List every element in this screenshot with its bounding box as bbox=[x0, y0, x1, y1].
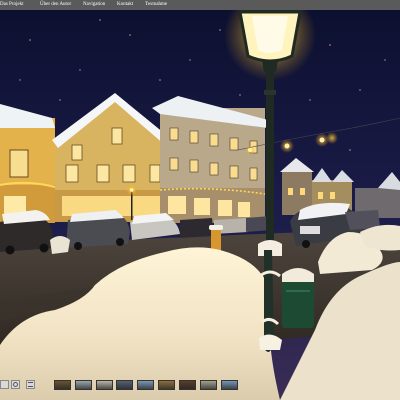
nav-link-das-projekt[interactable]: Das Projekt bbox=[0, 0, 23, 10]
home-icon[interactable] bbox=[0, 380, 9, 389]
nav-link-textnahme[interactable]: Textnahme bbox=[145, 0, 167, 10]
nav-link-navigation[interactable]: Navigation bbox=[83, 0, 105, 10]
thumbnail-6[interactable] bbox=[158, 380, 175, 390]
panorama-toolbar bbox=[0, 378, 400, 392]
thumbnail-7[interactable] bbox=[179, 380, 196, 390]
nav-link-kontakt[interactable]: Kontakt bbox=[117, 0, 133, 10]
building-left bbox=[0, 104, 56, 223]
thumbnail-5[interactable] bbox=[137, 380, 154, 390]
lens-icon bbox=[13, 382, 18, 387]
thumbnail-9[interactable] bbox=[221, 380, 238, 390]
camera-icon[interactable] bbox=[11, 380, 20, 389]
thumbnail-2[interactable] bbox=[75, 380, 92, 390]
snow-piles bbox=[0, 224, 400, 400]
thumbnail-1[interactable] bbox=[54, 380, 71, 390]
panorama-viewer[interactable] bbox=[0, 10, 400, 400]
fire-hydrant bbox=[209, 225, 223, 252]
thumbnail-3[interactable] bbox=[96, 380, 113, 390]
lines-icon bbox=[28, 382, 33, 387]
list-icon[interactable] bbox=[26, 380, 35, 389]
nav-link-ueber-den-autor[interactable]: Über den Autor bbox=[40, 0, 71, 10]
building-center-right bbox=[152, 96, 268, 223]
top-navigation-bar: Das Projekt Über den Autor Navigation Ko… bbox=[0, 0, 400, 10]
thumbnail-4[interactable] bbox=[116, 380, 133, 390]
thumbnail-8[interactable] bbox=[200, 380, 217, 390]
